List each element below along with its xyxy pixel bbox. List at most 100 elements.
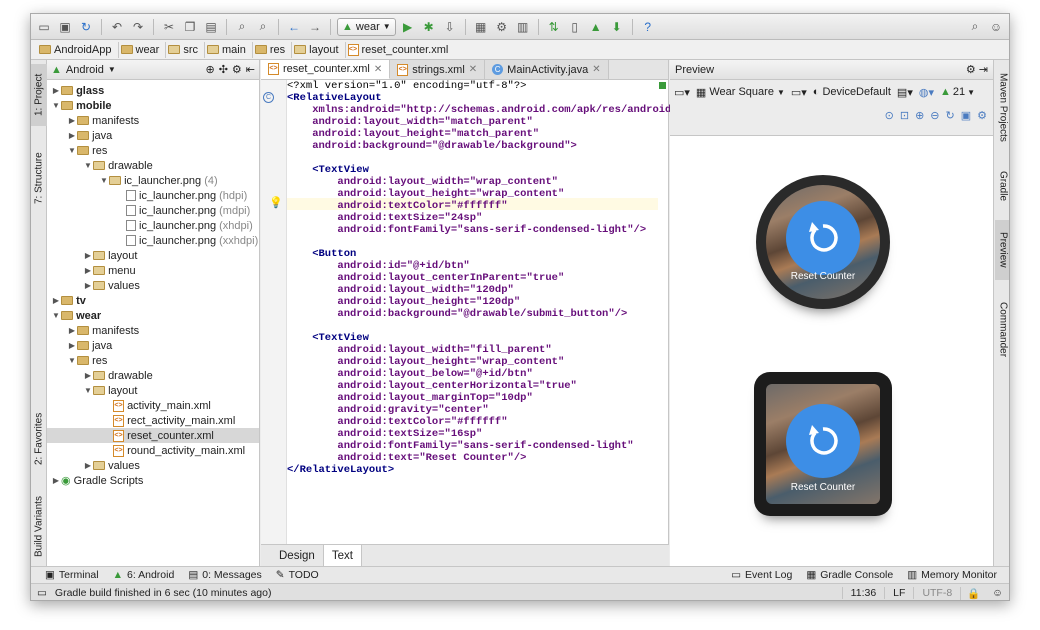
tab-reset-counter[interactable]: <> reset_counter.xml ✕ xyxy=(261,60,391,79)
caret-position[interactable]: 11:36 xyxy=(841,587,885,599)
tree-item-glass[interactable]: ▶ glass xyxy=(47,83,259,98)
event-log-button[interactable]: ▭ Event Log xyxy=(731,569,792,581)
tree-item[interactable]: ▶ menu xyxy=(47,263,259,278)
build-variants-tool-tab[interactable]: Build Variants xyxy=(31,490,47,564)
tree-item[interactable]: ▼ ic_launcher.png (4) xyxy=(47,173,259,188)
close-icon[interactable]: ✕ xyxy=(469,64,477,75)
tree-item[interactable]: ▶ manifests xyxy=(47,323,259,338)
structure-tool-tab[interactable]: 7: Structure xyxy=(31,138,47,218)
back-icon[interactable]: ← xyxy=(285,18,303,36)
tree-item[interactable]: ic_launcher.png (xxhdpi) xyxy=(47,233,259,248)
activity-icon[interactable]: ▤▾ xyxy=(897,86,913,99)
tree-item-gradle-scripts[interactable]: ▶ ◉ Gradle Scripts xyxy=(47,473,259,488)
crumb-res[interactable]: res xyxy=(253,41,293,58)
zoom-actual-icon[interactable]: ⊙ xyxy=(885,109,894,122)
tree-item[interactable]: ▶ manifests xyxy=(47,113,259,128)
device-monitor-icon[interactable]: ▲ xyxy=(587,18,605,36)
layout-options-icon[interactable]: ▭▾ xyxy=(674,86,690,99)
sdk-manager-icon[interactable]: ⬇ xyxy=(608,18,626,36)
forward-icon[interactable]: → xyxy=(306,18,324,36)
line-separator[interactable]: LF xyxy=(884,587,913,599)
run-config-select[interactable]: ▲ wear ▼ xyxy=(337,17,396,36)
terminal-button[interactable]: ▣ Terminal xyxy=(45,569,99,581)
copy-icon[interactable]: ❐ xyxy=(181,18,199,36)
cut-icon[interactable]: ✂ xyxy=(160,18,178,36)
tree-item[interactable]: ▼ layout xyxy=(47,383,259,398)
device-select[interactable]: ▦ Wear Square ▼ xyxy=(696,86,785,99)
tree-item-mobile[interactable]: ▼ mobile xyxy=(47,98,259,113)
crumb-main[interactable]: main xyxy=(205,41,253,58)
api-select[interactable]: ▲ 21 ▼ xyxy=(940,86,975,98)
help-icon[interactable]: ? xyxy=(639,18,657,36)
gear-icon[interactable]: ⚙ xyxy=(966,64,976,76)
tree-item[interactable]: ic_launcher.png (mdpi) xyxy=(47,203,259,218)
tree-item[interactable]: <> activity_main.xml xyxy=(47,398,259,413)
paste-icon[interactable]: ▤ xyxy=(202,18,220,36)
tree-item-selected[interactable]: <> reset_counter.xml xyxy=(47,428,259,443)
tab-main-activity[interactable]: C MainActivity.java ✕ xyxy=(485,60,609,79)
chevron-down-icon[interactable]: ▼ xyxy=(108,65,116,74)
user-icon[interactable]: ☺ xyxy=(987,18,1005,36)
project-tool-tab[interactable]: 1: Project xyxy=(31,64,47,126)
tab-text[interactable]: Text xyxy=(322,545,362,566)
sync-scroll-icon[interactable]: ⊕ xyxy=(205,63,214,76)
tree-item[interactable]: ▶ java xyxy=(47,128,259,143)
settings-icon[interactable]: ⚙ xyxy=(493,18,511,36)
code-area[interactable]: <?xml version="1.0" encoding="utf-8"?> <… xyxy=(287,80,678,544)
tree-item[interactable]: <> round_activity_main.xml xyxy=(47,443,259,458)
debug-icon[interactable]: ✱ xyxy=(420,18,438,36)
collapse-icon[interactable]: ✣ xyxy=(219,63,228,76)
project-view-select[interactable]: Android xyxy=(66,64,104,76)
settings-icon[interactable]: ⚙ xyxy=(977,109,987,122)
search-everywhere-icon[interactable]: ⌕ xyxy=(966,18,984,36)
crumb-wear[interactable]: wear xyxy=(119,41,167,58)
inspector-icon[interactable]: ☺ xyxy=(986,587,1009,599)
close-icon[interactable]: ✕ xyxy=(592,64,600,75)
open-folder-icon[interactable]: ▭ xyxy=(35,18,53,36)
hide-icon[interactable]: ⇤ xyxy=(246,63,255,76)
tree-item[interactable]: ▶ layout xyxy=(47,248,259,263)
tree-item[interactable]: ▶ drawable xyxy=(47,368,259,383)
sync-icon[interactable]: ↻ xyxy=(77,18,95,36)
replace-icon[interactable]: ⌕ xyxy=(254,18,272,36)
redo-icon[interactable]: ↷ xyxy=(129,18,147,36)
tree-item[interactable]: ▼ drawable xyxy=(47,158,259,173)
lightbulb-icon[interactable]: 💡 xyxy=(269,196,283,209)
status-toggle-icon[interactable]: ▭ xyxy=(37,587,47,599)
crumb-file[interactable]: <> reset_counter.xml xyxy=(346,42,455,58)
refresh-icon[interactable]: ↻ xyxy=(946,109,955,122)
avd-manager-icon[interactable]: ▯ xyxy=(566,18,584,36)
todo-button[interactable]: ✎ TODO xyxy=(276,569,319,581)
run-icon[interactable]: ▶ xyxy=(399,18,417,36)
crumb-src[interactable]: src xyxy=(166,41,206,58)
tree-item[interactable]: ▶ values xyxy=(47,278,259,293)
tab-strings[interactable]: <> strings.xml ✕ xyxy=(390,60,486,79)
close-icon[interactable]: ✕ xyxy=(374,64,382,75)
zoom-in-icon[interactable]: ⊕ xyxy=(915,109,924,122)
android-monitor-button[interactable]: ▲ 6: Android xyxy=(113,569,175,581)
tree-item-tv[interactable]: ▶ tv xyxy=(47,293,259,308)
hide-icon[interactable]: ⇥ xyxy=(979,64,988,76)
gradle-console-button[interactable]: ▦ Gradle Console xyxy=(806,569,893,581)
orientation-icon[interactable]: ▭▾ xyxy=(791,86,807,99)
undo-icon[interactable]: ↶ xyxy=(108,18,126,36)
find-icon[interactable]: ⌕ xyxy=(233,18,251,36)
locale-icon[interactable]: ◍▾ xyxy=(919,86,934,99)
gradle-tab[interactable]: Gradle xyxy=(995,162,1009,210)
zoom-fit-icon[interactable]: ⊡ xyxy=(900,109,909,122)
commander-tab[interactable]: Commander xyxy=(995,292,1009,368)
save-icon[interactable]: ▣ xyxy=(56,18,74,36)
tree-item[interactable]: <> rect_activity_main.xml xyxy=(47,413,259,428)
crumb-androidapp[interactable]: AndroidApp xyxy=(37,41,119,58)
project-structure-icon[interactable]: ▦ xyxy=(472,18,490,36)
theme-select[interactable]: ◐ DeviceDefault xyxy=(813,86,891,98)
tree-item[interactable]: ic_launcher.png (xhdpi) xyxy=(47,218,259,233)
tree-item[interactable]: ▶ values xyxy=(47,458,259,473)
attach-icon[interactable]: ⇩ xyxy=(441,18,459,36)
class-marker-icon[interactable]: C xyxy=(263,92,274,103)
messages-button[interactable]: ▤ 0: Messages xyxy=(188,569,261,581)
screenshot-icon[interactable]: ▣ xyxy=(961,109,971,122)
lock-icon[interactable]: 🔒 xyxy=(960,586,986,600)
crumb-layout[interactable]: layout xyxy=(292,41,346,58)
memory-monitor-button[interactable]: ▥ Memory Monitor xyxy=(907,569,997,581)
